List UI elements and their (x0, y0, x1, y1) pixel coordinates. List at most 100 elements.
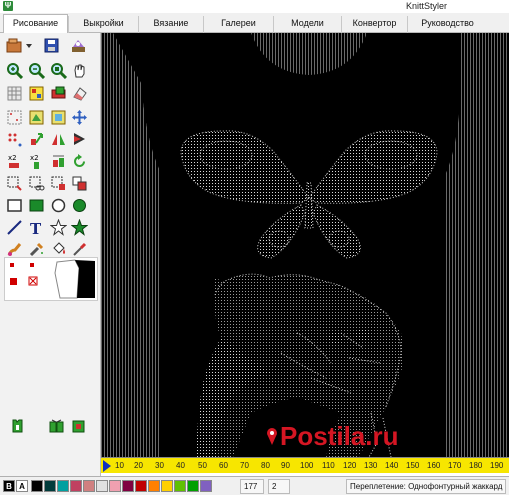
color-a-button[interactable]: A (16, 480, 28, 492)
position-field: 177 (240, 479, 264, 494)
ruler-label: 10 (115, 461, 124, 470)
palette-color[interactable] (70, 480, 82, 492)
palette-color[interactable] (135, 480, 147, 492)
svg-text:x2: x2 (30, 154, 39, 162)
ruler-label: 110 (322, 461, 335, 470)
double-y2-icon[interactable]: x2 (28, 153, 45, 170)
ruler-label: 20 (134, 461, 143, 470)
select-irregular-icon[interactable] (50, 175, 67, 192)
ruler-label: 170 (448, 461, 462, 470)
palette-color[interactable] (44, 480, 56, 492)
ruler-label: 120 (343, 461, 357, 470)
copy-icon[interactable] (71, 175, 88, 192)
horizontal-ruler: 10 20 30 40 50 60 70 80 90 100 110 120 1… (101, 457, 509, 473)
color-b-button[interactable]: B (3, 480, 15, 492)
zoom-out-icon[interactable] (28, 62, 45, 79)
knit-preview-icon[interactable] (70, 417, 87, 434)
open-file-icon[interactable] (6, 37, 34, 54)
tab-converter[interactable]: Конвертор (341, 16, 407, 33)
rectangle-icon[interactable] (6, 197, 23, 214)
palette-color[interactable] (122, 480, 134, 492)
ruler-label: 90 (281, 461, 290, 470)
ruler-label: 180 (469, 461, 483, 470)
ruler-label: 80 (261, 461, 270, 470)
brush-icon[interactable] (6, 241, 23, 258)
palette-color[interactable] (109, 480, 121, 492)
rotate-arrow-icon[interactable] (71, 153, 88, 170)
tab-guide[interactable]: Руководство (407, 16, 487, 33)
zoom-in-icon[interactable] (6, 62, 23, 79)
tab-knitting[interactable]: Вязание (138, 16, 203, 33)
filled-ellipse-icon[interactable] (71, 197, 88, 214)
text-icon[interactable]: T (28, 219, 45, 236)
ruler-label: 30 (155, 461, 164, 470)
knit-pattern-icon[interactable] (48, 417, 65, 434)
line-icon[interactable] (6, 219, 23, 236)
ruler-label: 50 (198, 461, 207, 470)
palette-color[interactable] (57, 480, 69, 492)
count-field: 2 (268, 479, 290, 494)
move-area-icon[interactable] (50, 109, 67, 126)
weave-type-field: Переплетение: Однофонтурный жаккард (346, 479, 506, 494)
garment-pattern-drawing (101, 33, 509, 457)
tab-patterns[interactable]: Выкройки (68, 16, 138, 33)
app-logo-icon: Ψ (3, 1, 13, 11)
tab-galleries[interactable]: Галереи (203, 16, 273, 33)
ruler-label: 70 (240, 461, 249, 470)
star-filled-icon[interactable] (71, 219, 88, 236)
title-bar: Ψ KnittStyler (0, 0, 509, 13)
zoom-fit-icon[interactable] (50, 62, 67, 79)
print-icon[interactable] (70, 37, 87, 54)
rotate-icon[interactable] (50, 85, 67, 102)
ruler-label: 100 (300, 461, 314, 470)
fill-bucket-icon[interactable] (50, 241, 67, 258)
ellipse-icon[interactable] (50, 197, 67, 214)
tab-models[interactable]: Модели (273, 16, 341, 33)
ruler-label: 150 (406, 461, 420, 470)
double-x2-icon[interactable]: x2 (6, 153, 23, 170)
dot-pattern-icon[interactable] (6, 131, 23, 148)
svg-text:x2: x2 (8, 154, 17, 162)
select-rect-icon[interactable] (6, 175, 23, 192)
palette-color[interactable] (31, 480, 43, 492)
ruler-label: 190 (490, 461, 504, 470)
save-disk-icon[interactable] (43, 37, 60, 54)
eyedropper-icon[interactable] (71, 241, 88, 258)
stitch-pattern-icon[interactable] (28, 85, 45, 102)
move-cross-icon[interactable] (71, 109, 88, 126)
paste-icon[interactable] (50, 153, 67, 170)
knit-garment-icon[interactable] (9, 417, 26, 434)
ruler-label: 130 (364, 461, 378, 470)
main-tab-bar: Рисование Выкройки Вязание Галереи Модел… (0, 13, 509, 34)
select-grid-icon[interactable] (6, 109, 23, 126)
status-bar: B A 177 2 Переплетение: Однофонтурный жа… (0, 476, 509, 495)
window-title: KnittStyler (405, 1, 447, 11)
palette-color[interactable] (200, 480, 212, 492)
hand-pan-icon[interactable] (71, 62, 88, 79)
postila-watermark: Postila.ru (280, 421, 399, 451)
color-swatch-panel[interactable] (4, 257, 98, 301)
tab-drawing[interactable]: Рисование (3, 14, 68, 34)
filled-rectangle-icon[interactable] (28, 197, 45, 214)
palette-color[interactable] (83, 480, 95, 492)
scale-icon[interactable] (28, 131, 45, 148)
flip-icon[interactable] (71, 131, 88, 148)
ruler-label: 160 (427, 461, 441, 470)
palette-color[interactable] (96, 480, 108, 492)
ruler-label: 40 (176, 461, 185, 470)
grid-icon[interactable] (6, 85, 23, 102)
eraser-icon[interactable] (71, 85, 88, 102)
knitting-canvas[interactable] (101, 33, 509, 457)
spray-icon[interactable] (28, 241, 45, 258)
star-outline-icon[interactable] (50, 219, 67, 236)
drawing-toolbar: x2 x2 T (0, 33, 101, 476)
mirror-icon[interactable] (50, 131, 67, 148)
palette-color[interactable] (174, 480, 186, 492)
cut-icon[interactable] (28, 175, 45, 192)
fill-area-icon[interactable] (28, 109, 45, 126)
ruler-label: 60 (219, 461, 228, 470)
svg-text:T: T (30, 220, 42, 236)
palette-color[interactable] (187, 480, 199, 492)
palette-color[interactable] (161, 480, 173, 492)
palette-color[interactable] (148, 480, 160, 492)
